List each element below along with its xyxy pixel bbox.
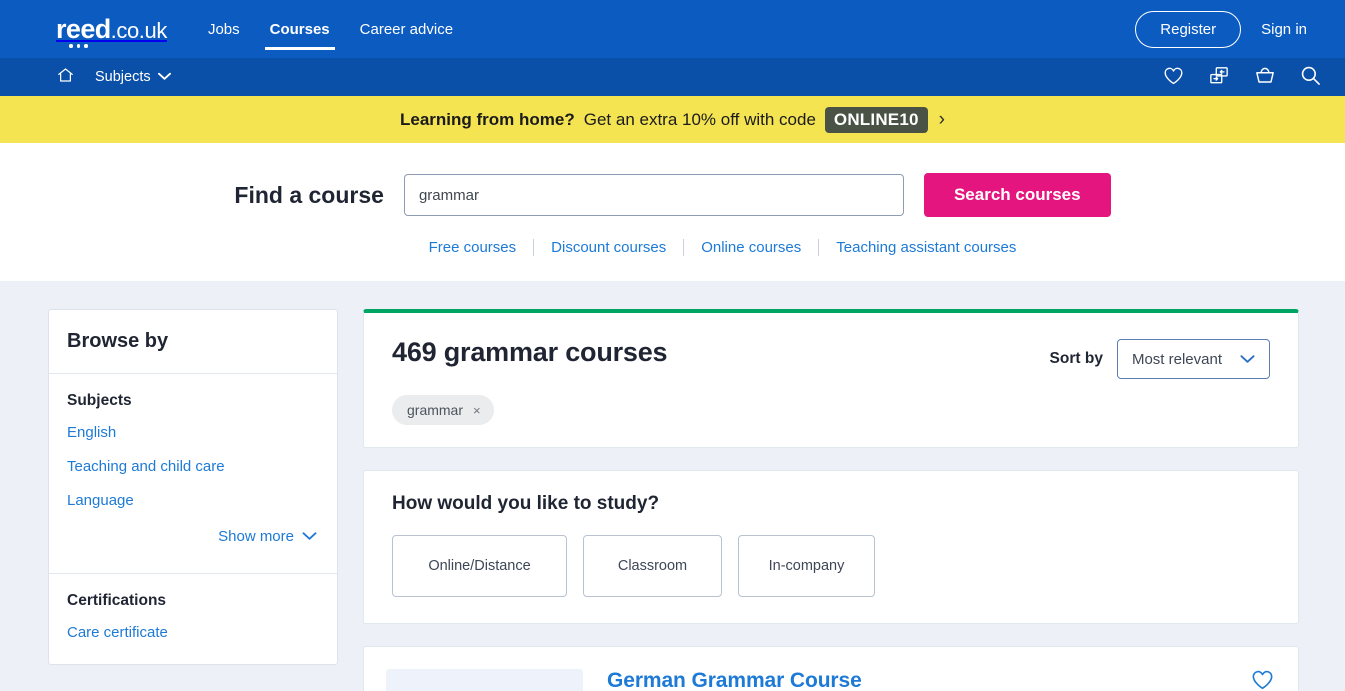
promo-text: Get an extra 10% off with code (583, 109, 816, 129)
find-a-course-label: Find a course (234, 181, 384, 208)
results-column: 469 grammar courses Sort by Most relevan… (363, 309, 1299, 691)
sort-by-label: Sort by (1049, 350, 1103, 367)
home-icon (56, 67, 75, 88)
study-option-online-distance[interactable]: Online/Distance (392, 535, 567, 597)
facet-certifications: Certifications Care certificate (49, 573, 337, 664)
promo-code-badge: ONLINE10 (824, 106, 928, 133)
facet-link-english[interactable]: English (67, 424, 116, 441)
sidebar-header: Browse by (49, 310, 337, 374)
register-button[interactable]: Register (1135, 10, 1242, 48)
compare-courses-button[interactable] (1208, 66, 1230, 88)
browse-by-sidebar: Browse by Subjects English Teaching and … (48, 309, 338, 665)
promo-headline: Learning from home? (400, 109, 575, 129)
chevron-right-icon: › (938, 108, 945, 130)
facet-heading-certifications: Certifications (67, 592, 167, 609)
facet-link-teaching-and-child-care[interactable]: Teaching and child care (67, 458, 225, 475)
list-item: Language (67, 492, 319, 510)
heart-icon (1251, 670, 1274, 691)
filter-chip-grammar[interactable]: grammar × (392, 395, 494, 425)
page-body: Browse by Subjects English Teaching and … (0, 281, 1345, 691)
filter-chip-label: grammar (407, 402, 464, 418)
facet-link-care-certificate[interactable]: Care certificate (67, 624, 168, 641)
secondary-nav: Subjects (0, 58, 1345, 96)
sign-in-link[interactable]: Sign in (1251, 13, 1317, 46)
logo-dots (69, 44, 88, 48)
chevron-down-icon (302, 528, 317, 545)
course-result-card: ✈ German Grammar Course (363, 646, 1299, 691)
basket-button[interactable] (1254, 66, 1276, 88)
saved-items-button[interactable] (1163, 66, 1184, 88)
logo-tld: .co.uk (110, 17, 168, 43)
close-icon[interactable]: × (473, 403, 481, 418)
study-option-in-company[interactable]: In-company (738, 535, 875, 597)
nav-item-courses[interactable]: Courses (255, 0, 345, 58)
active-filters: grammar × (392, 395, 1270, 425)
course-title-link[interactable]: German Grammar Course (607, 669, 862, 691)
logo-wordmark: reed (56, 13, 111, 44)
site-header: reed .co.uk Jobs Courses Career advice R… (0, 0, 1345, 58)
nav-item-career-advice[interactable]: Career advice (345, 0, 468, 58)
study-mode-card: How would you like to study? Online/Dist… (363, 470, 1299, 624)
site-logo[interactable]: reed .co.uk (56, 13, 168, 48)
list-item: Care certificate (67, 624, 319, 642)
promo-banner[interactable]: Learning from home? Get an extra 10% off… (0, 96, 1345, 143)
course-search-band: Find a course Search courses Free course… (0, 143, 1345, 281)
sort-by-select[interactable]: Most relevant (1116, 339, 1270, 379)
quicklink-discount-courses[interactable]: Discount courses (534, 239, 683, 256)
subjects-menu[interactable]: Subjects (95, 69, 171, 85)
course-search-input[interactable] (403, 174, 904, 216)
list-item: Teaching and child care (67, 458, 319, 476)
results-heading: 469 grammar courses (392, 337, 668, 367)
heart-icon (1163, 66, 1184, 88)
course-thumbnail: ✈ (386, 669, 583, 691)
study-option-classroom[interactable]: Classroom (583, 535, 722, 597)
facet-heading-subjects: Subjects (67, 392, 132, 409)
facet-subjects: Subjects English Teaching and child care… (49, 374, 337, 565)
save-course-button[interactable] (1251, 669, 1274, 691)
chevron-down-icon (1240, 351, 1255, 368)
sort-by-value: Most relevant (1131, 350, 1222, 368)
quicklink-teaching-assistant-courses[interactable]: Teaching assistant courses (819, 239, 1033, 256)
quick-links: Free courses Discount courses Online cou… (0, 239, 1345, 256)
primary-nav: Jobs Courses Career advice (193, 0, 468, 58)
compare-icon (1208, 66, 1230, 88)
quicklink-online-courses[interactable]: Online courses (684, 239, 818, 256)
facet-link-language[interactable]: Language (67, 492, 134, 509)
basket-icon (1254, 66, 1276, 88)
results-summary-card: 469 grammar courses Sort by Most relevan… (363, 309, 1299, 448)
header-actions: Register Sign in (1135, 10, 1317, 48)
search-icon (1300, 65, 1321, 89)
study-mode-heading: How would you like to study? (392, 493, 660, 514)
list-item: English (67, 424, 319, 442)
sort-control: Sort by Most relevant (1050, 339, 1270, 379)
quicklink-free-courses[interactable]: Free courses (412, 239, 534, 256)
subjects-label: Subjects (95, 69, 151, 85)
search-button[interactable] (1300, 65, 1321, 89)
nav-item-jobs[interactable]: Jobs (193, 0, 255, 58)
chevron-down-icon (157, 69, 171, 85)
show-more-subjects-button[interactable]: Show more (67, 526, 319, 559)
show-more-label: Show more (218, 528, 294, 545)
sidebar-title: Browse by (67, 330, 169, 352)
search-courses-button[interactable]: Search courses (923, 173, 1111, 217)
home-link[interactable] (56, 66, 75, 89)
